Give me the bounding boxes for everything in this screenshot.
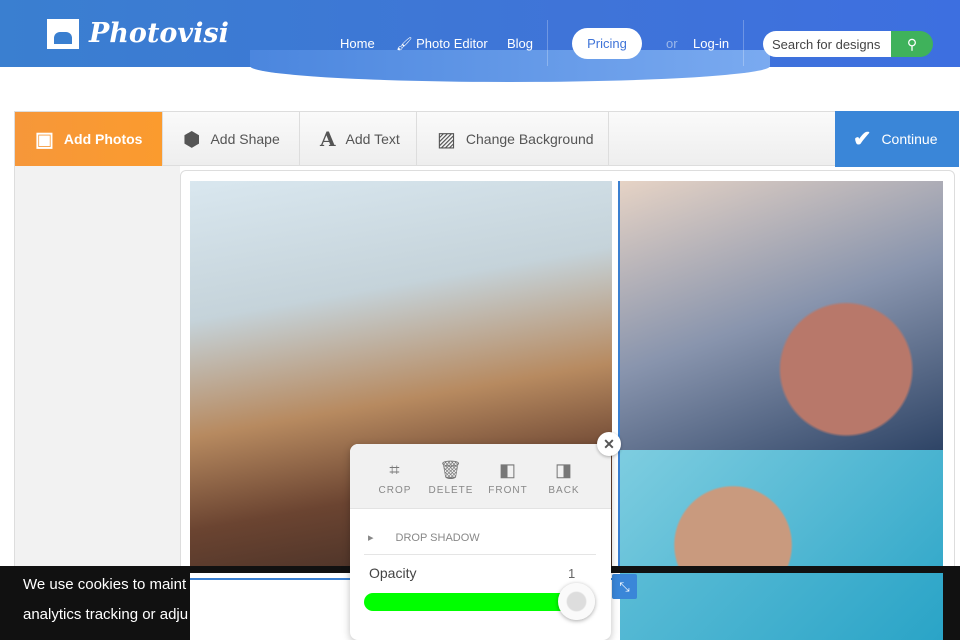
crop-label: CROP bbox=[378, 485, 412, 496]
image-icon: ▨ bbox=[437, 128, 456, 151]
continue-button[interactable]: ✔ Continue bbox=[835, 111, 959, 167]
drop-shadow-toggle[interactable]: ▸ DROP SHADOW bbox=[368, 531, 480, 544]
check-icon: ✔ bbox=[853, 126, 872, 151]
photo-woman-bokeh[interactable] bbox=[620, 181, 943, 450]
or-text: or bbox=[666, 36, 678, 51]
add-text-button[interactable]: A Add Text bbox=[300, 112, 417, 166]
drop-shadow-label: DROP SHADOW bbox=[395, 532, 480, 544]
trash-icon: 🗑 bbox=[439, 460, 463, 480]
add-shape-button[interactable]: ⬢ Add Shape bbox=[163, 112, 300, 166]
pricing-button[interactable]: Pricing bbox=[572, 28, 642, 59]
add-shape-label: Add Shape bbox=[210, 131, 280, 147]
change-background-button[interactable]: ▨ Change Background bbox=[417, 112, 609, 166]
crop-icon: ⌗ bbox=[389, 460, 401, 480]
delete-button[interactable]: 🗑 DELETE bbox=[423, 460, 479, 496]
brand-name: Photovisi bbox=[89, 18, 229, 49]
divider bbox=[547, 20, 548, 66]
change-background-label: Change Background bbox=[465, 131, 594, 147]
logo-icon bbox=[47, 18, 79, 49]
back-button[interactable]: ◨ BACK bbox=[536, 460, 592, 496]
text-icon: A bbox=[320, 127, 336, 151]
opacity-slider[interactable] bbox=[364, 593, 579, 611]
bring-front-icon: ◧ bbox=[498, 460, 517, 480]
cookie-text-2: analytics tracking or adju bbox=[23, 606, 189, 623]
add-text-label: Add Text bbox=[345, 131, 400, 147]
editor-toolbar: ▣ Add Photos ⬢ Add Shape A Add Text ▨ Change… bbox=[14, 111, 959, 167]
search-icon: ⚲ bbox=[906, 35, 918, 52]
divider bbox=[364, 554, 596, 555]
delete-label: DELETE bbox=[428, 485, 474, 496]
site-header: Photovisi Home 🖌 Photo Editor Blog Prici… bbox=[0, 0, 960, 82]
add-photos-label: Add Photos bbox=[63, 131, 143, 147]
brush-icon: 🖌 bbox=[396, 36, 417, 51]
divider bbox=[743, 20, 744, 66]
logo[interactable]: Photovisi bbox=[47, 18, 229, 49]
crop-button[interactable]: ⌗ CROP bbox=[367, 460, 423, 496]
cube-icon: ⬢ bbox=[183, 128, 201, 151]
cookie-text-1: We use cookies to maint bbox=[23, 576, 187, 593]
photos-icon: ▣ bbox=[35, 128, 54, 151]
caret-right-icon: ▸ bbox=[368, 532, 374, 544]
search-input[interactable]: Search for designs bbox=[763, 31, 891, 57]
send-back-icon: ◨ bbox=[554, 460, 573, 480]
photo-pool-lower[interactable] bbox=[620, 573, 943, 640]
photo-edit-panel: ⌗ CROP 🗑 DELETE ◧ FRONT ◨ BACK ▸ DROP SHADOW … bbox=[350, 444, 611, 640]
header-wave bbox=[250, 50, 770, 82]
search-button[interactable]: ⚲ bbox=[891, 31, 933, 57]
add-photos-button[interactable]: ▣ Add Photos bbox=[15, 112, 163, 166]
opacity-label: Opacity bbox=[369, 565, 417, 581]
selection-border bbox=[618, 181, 620, 581]
front-button[interactable]: ◧ FRONT bbox=[480, 460, 536, 496]
opacity-value: 1 bbox=[568, 566, 576, 581]
login-link[interactable]: Log-in bbox=[693, 36, 729, 51]
nav-photo-editor-label: Photo Editor bbox=[416, 36, 488, 51]
resize-handle-icon[interactable]: ⤡ bbox=[612, 574, 637, 599]
front-label: FRONT bbox=[488, 485, 528, 496]
continue-label: Continue bbox=[881, 131, 938, 147]
nav-home[interactable]: Home bbox=[340, 36, 375, 51]
back-label: BACK bbox=[548, 485, 580, 496]
close-icon[interactable]: ✕ bbox=[597, 432, 621, 456]
nav-photo-editor[interactable]: 🖌 Photo Editor bbox=[396, 36, 488, 52]
opacity-slider-handle[interactable] bbox=[558, 583, 595, 620]
nav-blog[interactable]: Blog bbox=[507, 36, 533, 51]
